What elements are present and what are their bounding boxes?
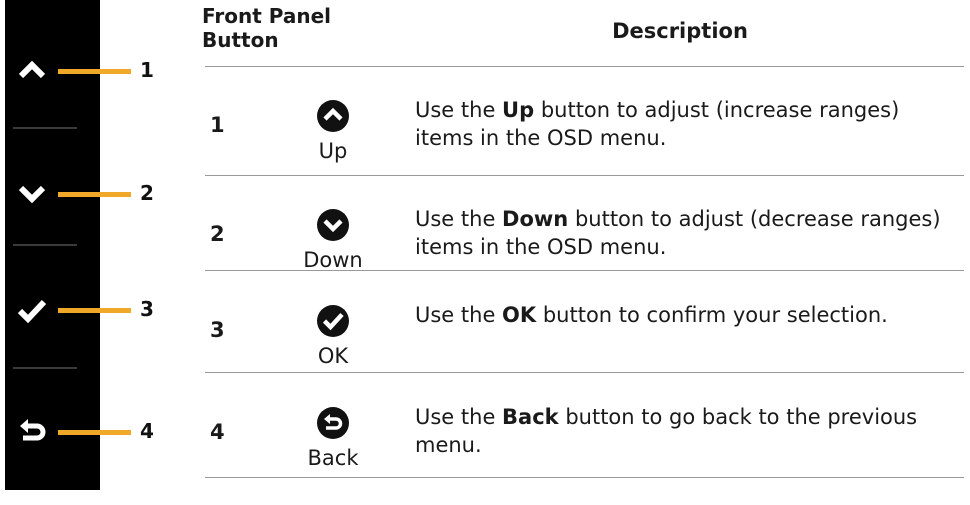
leader-line xyxy=(58,308,131,313)
back-arrow-icon[interactable] xyxy=(17,416,47,446)
leader-line xyxy=(58,69,131,74)
button-name: Up xyxy=(318,139,348,163)
back-circle-icon xyxy=(316,406,350,440)
header-front-panel-button: Front Panel Button xyxy=(202,4,331,52)
row-description: Use the OK button to confirm your select… xyxy=(415,303,888,327)
leader-number: 4 xyxy=(140,419,154,443)
down-circle-icon xyxy=(316,208,350,242)
button-name: Back xyxy=(307,446,359,470)
panel-divider xyxy=(13,367,77,369)
chevron-up-icon[interactable] xyxy=(17,55,47,85)
panel-divider xyxy=(13,127,77,129)
header-line: Front Panel xyxy=(202,4,332,28)
table-row: 1 Up Use the Up button to adjust (increa… xyxy=(205,67,964,168)
header-line: Button xyxy=(202,28,279,52)
leader-number: 1 xyxy=(140,58,154,82)
checkmark-icon[interactable] xyxy=(17,296,47,326)
leader-number: 3 xyxy=(140,297,154,321)
leader-line xyxy=(58,192,131,197)
table-divider xyxy=(205,270,964,271)
table-row: 3 OK Use the OK button to confirm your s… xyxy=(205,272,964,373)
table-divider xyxy=(205,372,964,373)
button-name: OK xyxy=(317,344,349,368)
leader-line xyxy=(58,430,131,435)
table-row: 4 Back Use the Back button to go back to… xyxy=(205,374,964,475)
row-description: Use the Down button to adjust (decrease … xyxy=(415,207,941,259)
row-description: Use the Back button to go back to the pr… xyxy=(415,405,918,457)
row-number: 1 xyxy=(210,113,225,137)
row-description: Use the Up button to adjust (increase ra… xyxy=(415,98,900,150)
table-divider xyxy=(205,477,964,478)
table-row: 2 Down Use the Down button to adjust (de… xyxy=(205,176,964,277)
up-circle-icon xyxy=(316,99,350,133)
button-name: Down xyxy=(303,248,363,272)
header-description: Description xyxy=(612,19,748,43)
ok-circle-icon xyxy=(316,304,350,338)
chevron-down-icon[interactable] xyxy=(17,179,47,209)
row-number: 3 xyxy=(210,318,225,342)
row-number: 4 xyxy=(210,420,225,444)
row-number: 2 xyxy=(210,222,225,246)
leader-number: 2 xyxy=(140,181,154,205)
panel-divider xyxy=(13,244,77,246)
